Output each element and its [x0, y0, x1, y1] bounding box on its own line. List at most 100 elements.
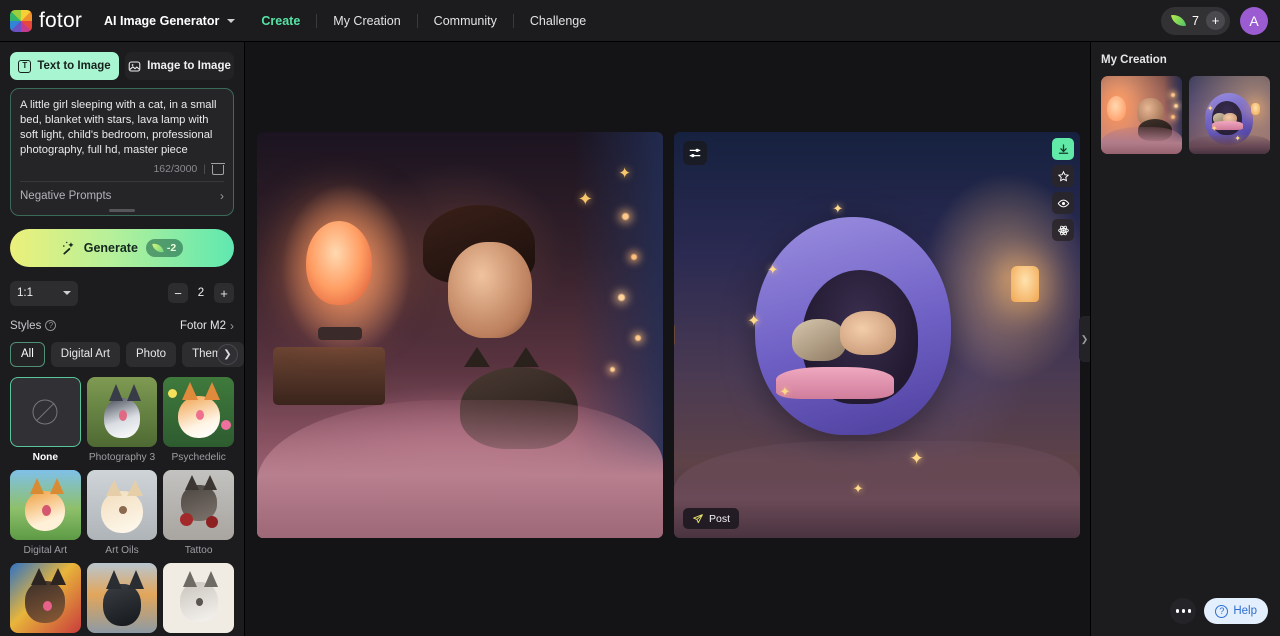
- fotor-pinwheel-icon: [10, 10, 32, 32]
- styles-grid: None Photography 3: [0, 367, 244, 636]
- style-filter-chips: All Digital Art Photo Themes ❯: [0, 333, 244, 367]
- app-body: T Text to Image Image to Image A litt: [0, 42, 1280, 636]
- trash-icon[interactable]: [212, 162, 224, 175]
- aspect-ratio-select[interactable]: 1:1: [10, 281, 78, 306]
- nav-item-challenge[interactable]: Challenge: [514, 0, 602, 42]
- style-cell-none[interactable]: None: [10, 377, 81, 463]
- style-filter-photo[interactable]: Photo: [126, 342, 176, 367]
- image-a-table: [273, 347, 385, 405]
- prompt-resize-handle[interactable]: [109, 209, 135, 212]
- prompt-meta: 162/3000 |: [20, 158, 224, 181]
- tab-text-to-image[interactable]: T Text to Image: [10, 52, 119, 80]
- image-settings-button[interactable]: [683, 141, 707, 165]
- star-icon: ✦: [578, 189, 593, 210]
- style-thumb-digital-art: [10, 470, 81, 540]
- nav-product-menu[interactable]: AI Image Generator: [104, 0, 245, 42]
- negative-prompts-row[interactable]: Negative Prompts ›: [20, 181, 224, 209]
- help-label: Help: [1233, 605, 1257, 617]
- add-credits-button[interactable]: +: [1206, 11, 1225, 30]
- prompt-input[interactable]: A little girl sleeping with a cat, in a …: [20, 98, 224, 158]
- star-icon: ✦: [767, 262, 778, 278]
- help-button[interactable]: ? Help: [1204, 598, 1268, 624]
- my-creation-grid: ✦ ✦ ✦: [1101, 76, 1270, 154]
- generated-image-a[interactable]: ✦ ✦: [257, 132, 663, 538]
- my-creation-title: My Creation: [1101, 54, 1270, 66]
- style-cell-photography-3[interactable]: Photography 3: [87, 377, 158, 463]
- enhance-button[interactable]: [1052, 219, 1074, 241]
- star-icon: ✦: [1211, 124, 1218, 133]
- leaf-icon: [152, 242, 164, 254]
- style-cell-psychedelic[interactable]: Psychedelic: [163, 377, 234, 463]
- generate-label: Generate: [84, 241, 138, 255]
- style-cell-row3-2[interactable]: [87, 563, 158, 636]
- style-filter-digital-art[interactable]: Digital Art: [51, 342, 120, 367]
- post-label: Post: [709, 513, 730, 525]
- panel-collapse-toggle[interactable]: ❯: [1079, 316, 1090, 362]
- ellipsis-icon: [1188, 609, 1192, 613]
- bokeh-light: [1174, 104, 1178, 108]
- style-label: Psychedelic: [163, 452, 234, 463]
- mode-tab-group: T Text to Image Image to Image: [0, 42, 244, 88]
- favorite-button[interactable]: [1052, 165, 1074, 187]
- model-selector[interactable]: Fotor M2 ›: [180, 319, 234, 333]
- avatar[interactable]: A: [1240, 7, 1268, 35]
- credits-badge[interactable]: 7 +: [1161, 7, 1230, 35]
- aspect-and-count-row: 1:1 − 2 +: [0, 267, 244, 306]
- image-b-blanket: [776, 367, 894, 399]
- credits-value: 7: [1192, 14, 1199, 28]
- style-cell-digital-art[interactable]: Digital Art: [10, 470, 81, 556]
- style-thumb-photography-3: [87, 377, 158, 447]
- thumb-lamp: [1251, 103, 1260, 115]
- generate-button[interactable]: Generate -2: [10, 229, 234, 267]
- sliders-icon: [688, 146, 702, 160]
- star-icon: ✦: [909, 449, 923, 469]
- style-thumb-art-oils: [87, 470, 158, 540]
- image-a-lamp-base: [318, 327, 362, 340]
- generate-cost-badge: -2: [146, 239, 183, 257]
- no-style-icon: [33, 399, 58, 424]
- download-button[interactable]: [1052, 138, 1074, 160]
- post-button[interactable]: Post: [683, 508, 739, 529]
- my-creation-item-2[interactable]: ✦ ✦ ✦: [1189, 76, 1270, 154]
- ellipsis-icon: [1176, 609, 1180, 613]
- bokeh-light: [631, 254, 637, 260]
- preview-button[interactable]: [1052, 192, 1074, 214]
- star-icon: ✦: [618, 164, 631, 182]
- my-creation-item-1[interactable]: [1101, 76, 1182, 154]
- question-circle-icon: ?: [1215, 605, 1228, 618]
- nav-item-create[interactable]: Create: [245, 0, 316, 42]
- style-cell-row3-1[interactable]: [10, 563, 81, 636]
- style-label: Tattoo: [163, 545, 234, 556]
- footer-actions: ? Help: [1170, 598, 1268, 624]
- chevron-down-icon: [63, 291, 71, 295]
- image-a-blanket: [257, 400, 663, 538]
- tab-image-to-image[interactable]: Image to Image: [125, 52, 234, 80]
- nav-item-my-creation[interactable]: My Creation: [317, 0, 416, 42]
- generated-image-b[interactable]: ✦ ✦ ✦ ✦ ✦ ✦: [674, 132, 1080, 538]
- style-cell-art-oils[interactable]: Art Oils: [87, 470, 158, 556]
- style-filters-next-button[interactable]: ❯: [217, 344, 238, 365]
- more-options-button[interactable]: [1170, 598, 1196, 624]
- canvas-area: ✦ ✦ ✦: [245, 42, 1090, 636]
- style-filter-all[interactable]: All: [10, 342, 45, 367]
- quantity-increase-button[interactable]: +: [214, 283, 234, 303]
- nav-item-community[interactable]: Community: [418, 0, 513, 42]
- chevron-down-icon: [227, 19, 235, 23]
- star-icon: ✦: [780, 384, 791, 400]
- style-cell-tattoo[interactable]: Tattoo: [163, 470, 234, 556]
- download-icon: [1057, 143, 1070, 156]
- style-label: Digital Art: [10, 545, 81, 556]
- star-icon: ✦: [747, 311, 760, 331]
- prompt-char-counter: 162/3000: [153, 163, 197, 175]
- send-icon: [692, 513, 704, 525]
- image-b-girl: [840, 311, 896, 355]
- app-header: fotor AI Image Generator Create My Creat…: [0, 0, 1280, 42]
- picture-icon: [128, 60, 141, 73]
- chevron-right-icon: ›: [220, 189, 224, 203]
- quantity-decrease-button[interactable]: −: [168, 283, 188, 303]
- comparison-slider-handle[interactable]: [674, 324, 675, 346]
- style-cell-row3-3[interactable]: [163, 563, 234, 636]
- help-circle-icon[interactable]: ?: [45, 320, 56, 331]
- brand-logo[interactable]: fotor: [10, 9, 82, 33]
- style-thumb-row3-1: [10, 563, 81, 633]
